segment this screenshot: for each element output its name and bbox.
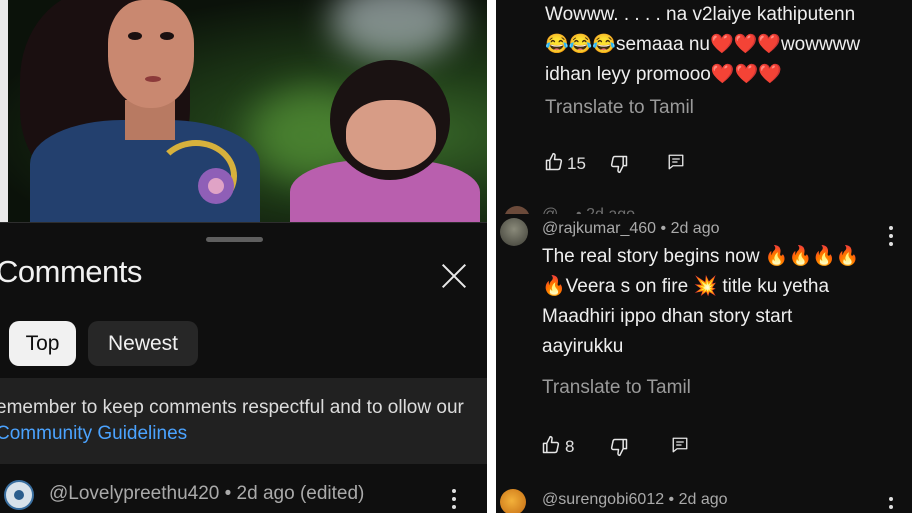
translate-link[interactable]: Translate to Tamil <box>542 377 691 399</box>
guidelines-notice-text: emember to keep comments respectful and … <box>0 395 466 447</box>
video-edge <box>0 0 8 223</box>
close-icon[interactable] <box>440 262 468 290</box>
video-player[interactable] <box>0 0 487 223</box>
notice-text: emember to keep comments respectful and … <box>0 397 464 418</box>
comment-line: Maadhiri ippo dhan story start <box>542 306 793 327</box>
video-child-face <box>346 100 436 170</box>
video-figure-face <box>108 0 194 108</box>
video-scene-light <box>330 0 460 60</box>
comments-title: Comments <box>0 254 142 289</box>
comment-line: idhan leyy promooo❤️❤️❤️ <box>545 64 782 85</box>
avatar[interactable] <box>500 489 526 513</box>
comment-line: aayirukku <box>542 336 624 357</box>
video-figure-eye <box>160 32 174 40</box>
filter-chip-newest[interactable]: Newest <box>88 321 198 366</box>
like-count: 8 <box>565 437 575 456</box>
avatar[interactable] <box>4 480 34 510</box>
comment-line: The real story begins now 🔥🔥🔥🔥 <box>542 246 860 267</box>
comment-body: Wowww. . . . . na v2laiye kathiputenn 😂😂… <box>545 0 860 90</box>
sheet-drag-handle[interactable] <box>206 237 263 242</box>
partial-comment-header: @... • 2d ago <box>496 202 912 214</box>
reply-icon[interactable] <box>667 153 685 171</box>
left-screenshot: Comments Top Newest emember to keep comm… <box>0 0 487 513</box>
video-figure-flower-center <box>208 178 224 194</box>
like-count: 15 <box>567 154 586 173</box>
thumbs-up-icon[interactable] <box>541 435 561 455</box>
filter-chip-top[interactable]: Top <box>9 321 76 366</box>
avatar[interactable] <box>500 218 528 246</box>
thumbs-down-icon[interactable] <box>609 154 629 174</box>
right-screenshot: Wowww. . . . . na v2laiye kathiputenn 😂😂… <box>496 0 912 513</box>
community-guidelines-link[interactable]: Community Guidelines <box>0 423 187 444</box>
video-divider <box>0 222 487 223</box>
comment-line: Wowww. . . . . na v2laiye kathiputenn <box>545 4 856 25</box>
reply-icon[interactable] <box>671 436 689 454</box>
thumbs-down-icon[interactable] <box>609 437 629 457</box>
translate-link[interactable]: Translate to Tamil <box>545 97 694 119</box>
partial-comment-meta: @... • 2d ago <box>542 206 635 214</box>
avatar-image <box>14 490 24 500</box>
avatar <box>504 206 530 214</box>
video-figure-eye <box>128 32 142 40</box>
video-figure-lips <box>145 76 161 82</box>
comment-body: The real story begins now 🔥🔥🔥🔥 🔥Veera s … <box>542 242 859 362</box>
comment-line: 😂😂😂semaaa nu❤️❤️❤️wowwww <box>545 34 861 55</box>
comment-author-meta[interactable]: @surengobi6012 • 2d ago <box>542 491 728 509</box>
more-options-icon[interactable] <box>888 497 894 513</box>
comment-author-meta[interactable]: @Lovelypreethu420 • 2d ago (edited) <box>49 483 364 505</box>
thumbs-up-icon[interactable] <box>544 152 564 172</box>
comment-author-meta[interactable]: @rajkumar_460 • 2d ago <box>542 220 720 238</box>
more-options-icon[interactable] <box>451 489 457 513</box>
panel-divider <box>487 0 496 513</box>
comment-line: 🔥Veera s on fire 💥 title ku yetha <box>542 276 830 297</box>
more-options-icon[interactable] <box>888 226 894 250</box>
